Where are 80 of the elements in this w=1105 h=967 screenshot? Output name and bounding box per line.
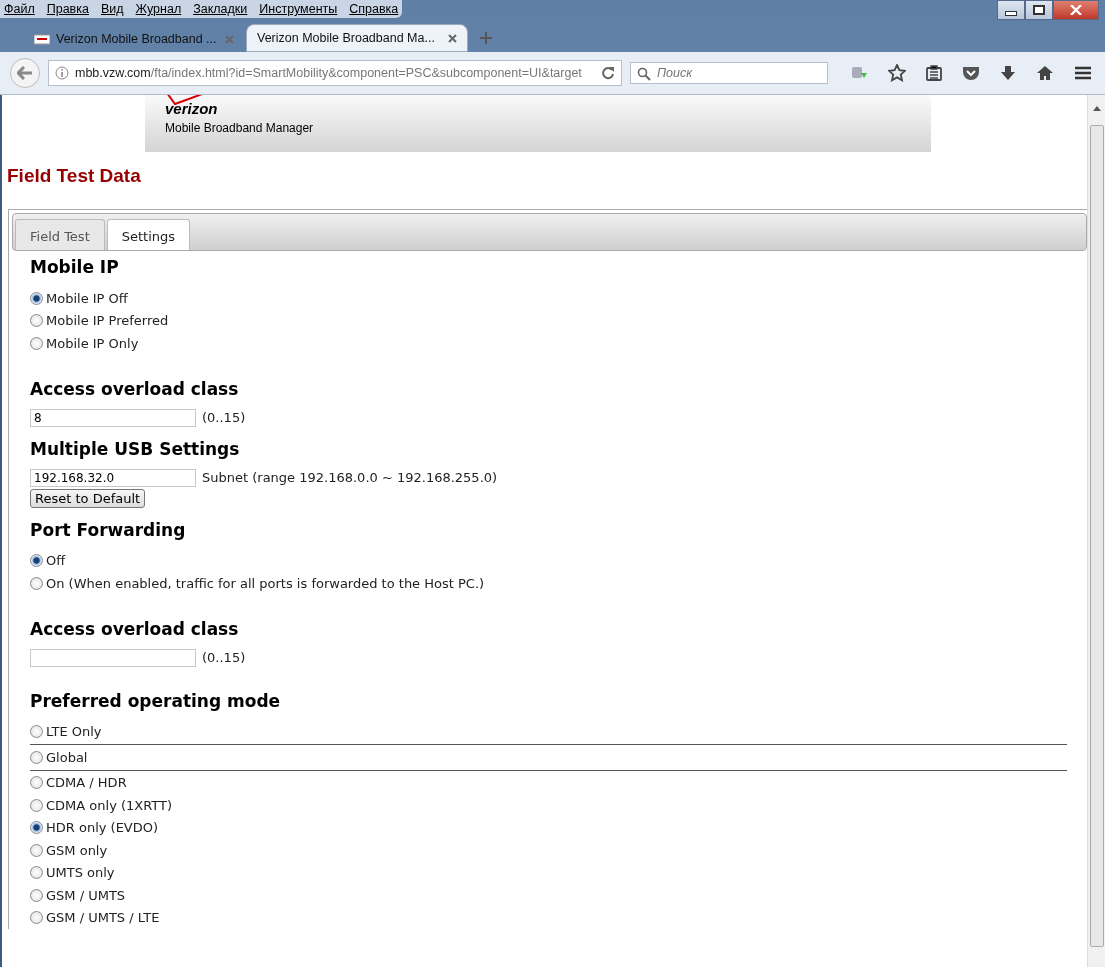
radio-label: Global [46,749,88,765]
close-icon[interactable] [1070,5,1082,15]
close-button[interactable] [1053,0,1099,20]
field-hint: Subnet (range 192.168.0.0 ~ 192.168.255.0) [202,470,498,485]
addon-icon[interactable] [850,65,868,81]
radio-label: GSM / UMTS / LTE [46,910,160,926]
tab-title: Verizon Mobile Broadband ... [56,32,218,46]
home-icon[interactable] [1036,65,1054,81]
text-field[interactable]: 8 [30,408,196,427]
menu-item[interactable]: Вид [100,2,124,16]
radio-label: UMTS only [46,865,115,881]
radio-button[interactable] [30,576,43,590]
radio-button[interactable] [30,725,43,739]
logo: verizon [165,101,219,117]
radio-label: GSM / UMTS [46,887,126,903]
reload-icon[interactable] [601,66,615,80]
section-heading: Access overload class [30,378,240,399]
back-arrow-icon[interactable] [17,66,33,80]
tab[interactable]: Settings [106,219,191,250]
scroll-up-icon[interactable] [1092,105,1101,111]
maximize-button[interactable] [1025,0,1053,20]
back-button[interactable] [10,58,40,88]
radio-label: GSM only [46,842,108,858]
radio-label: On (When enabled, traffic for all ports is forwarded to the Host PC.) [46,575,485,591]
radio-button[interactable] [30,888,43,902]
radio-label: Off [46,553,66,569]
menu-item[interactable]: Файл [4,2,35,16]
radio-label: Mobile IP Preferred [46,313,169,329]
section-heading: Multiple USB Settings [30,438,241,459]
tab[interactable]: Field Test [15,219,105,250]
radio-button[interactable] [30,776,43,790]
search-field[interactable]: Поиск [630,62,828,84]
info-icon[interactable] [55,66,69,80]
menu-item[interactable]: Правка [46,2,89,16]
new-tab-icon[interactable] [480,32,492,44]
address-bar[interactable]: mbb.vzw.com/fta/index.html?id=SmartMobility&component=PSC&subcomponent=UI&target [48,60,622,86]
favicon-icon [34,33,50,45]
browser-tab[interactable]: Verizon Mobile Broadband ... [24,26,244,52]
scrollbar[interactable] [1087,95,1105,967]
radio-button[interactable] [30,843,43,857]
banner-subtitle: Mobile Broadband Manager [165,121,315,135]
radio-button[interactable] [30,314,43,328]
radio-button[interactable] [30,554,43,568]
radio-label: HDR only (EVDO) [46,820,159,836]
browser-tab[interactable]: Verizon Mobile Broadband Ma... [246,24,468,52]
radio-label: Mobile IP Off [46,290,128,306]
pocket-icon[interactable] [962,65,980,81]
text-field[interactable]: 192.168.32.0 [30,468,196,487]
radio-button[interactable] [30,866,43,880]
radio-label: Mobile IP Only [46,335,139,351]
menu-icon[interactable] [1074,66,1092,80]
bookmark-star-icon[interactable] [888,64,906,82]
radio-label: CDMA only (1XRTT) [46,797,173,813]
download-icon[interactable] [1000,65,1016,81]
menu-item[interactable]: Закладки [193,2,248,16]
page-title: Field Test Data [7,165,142,187]
radio-button[interactable] [30,750,43,764]
radio-button[interactable] [30,798,43,812]
radio-button[interactable] [30,911,43,925]
field-hint: (0..15) [202,650,246,665]
radio-label: CDMA / HDR [46,775,127,791]
radio-button[interactable] [30,291,43,305]
scroll-thumb[interactable] [1089,125,1104,947]
section-heading: Mobile IP [30,257,120,277]
tab-title: Verizon Mobile Broadband Ma... [257,31,436,45]
radio-button[interactable] [30,821,43,835]
text-field[interactable] [30,648,196,667]
close-tab-icon[interactable] [448,33,457,43]
radio-label: LTE Only [46,724,102,740]
reset-button[interactable]: Reset to Default [30,488,146,508]
radio-button[interactable] [30,336,43,350]
menu-item[interactable]: Справка [349,2,399,16]
section-heading: Preferred operating mode [30,690,282,711]
section-heading: Port Forwarding [30,519,187,540]
minimize-button[interactable] [997,0,1025,20]
section-heading: Access overload class [30,618,240,639]
field-hint: (0..15) [202,410,246,425]
reading-list-icon[interactable] [926,65,942,81]
menu-item[interactable]: Журнал [135,2,182,16]
menu-item[interactable]: Инструменты [259,2,338,16]
